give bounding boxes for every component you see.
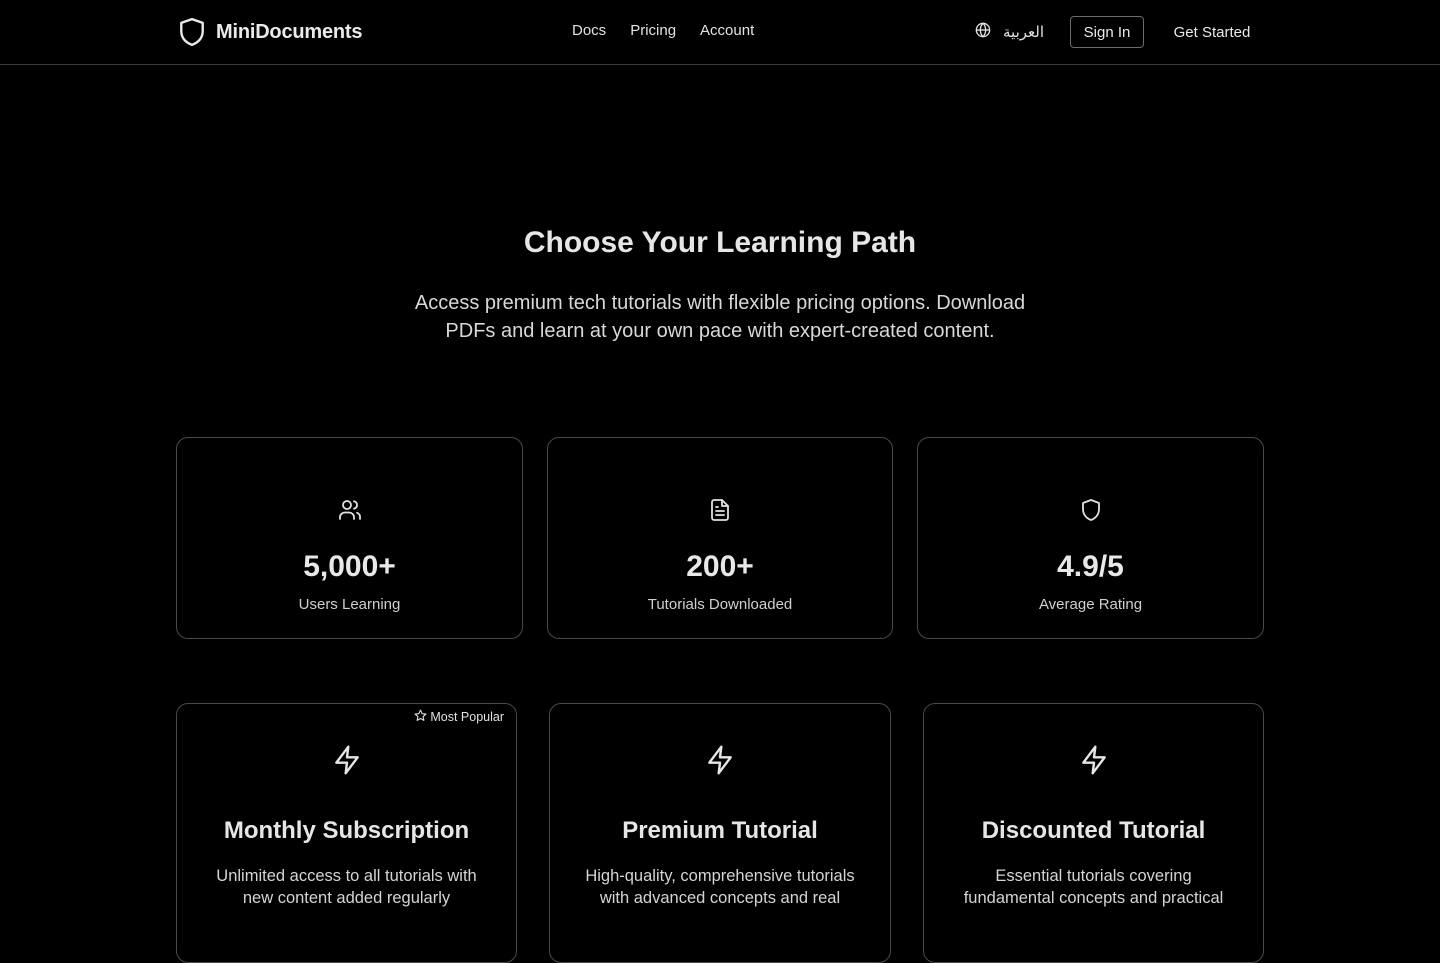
stat-label: Users Learning [298,596,401,613]
users-icon [177,498,522,522]
shield-icon [918,498,1263,522]
plan-description: Essential tutorials covering fundamental… [963,867,1224,907]
lightning-icon [177,744,516,776]
most-popular-badge: Most Popular [414,709,504,725]
stat-value: 200+ [686,550,754,583]
nav-link-docs[interactable]: Docs [572,22,606,39]
plan-card-premium[interactable]: Premium Tutorial High-quality, comprehen… [549,703,891,963]
plan-title: Monthly Subscription [223,817,470,844]
top-navbar: MiniDocuments Docs Pricing Account العرب… [0,0,1440,65]
hero-subtitle: Access premium tech tutorials with flexi… [414,292,1026,342]
lightning-icon [924,744,1263,776]
shield-logo-icon [178,16,206,48]
brand-name: MiniDocuments [216,20,363,43]
stat-label: Tutorials Downloaded [647,596,793,613]
plan-card-discounted[interactable]: Discounted Tutorial Essential tutorials … [923,703,1264,963]
badge-label: Most Popular [430,710,504,724]
lightning-icon [550,744,890,776]
language-label: العربية [1003,24,1044,41]
stat-card-tutorials: 200+ Tutorials Downloaded [547,437,893,639]
stat-card-rating: 4.9/5 Average Rating [917,437,1264,639]
globe-icon [975,22,991,42]
star-icon [414,709,427,725]
nav-link-pricing[interactable]: Pricing [630,22,676,39]
nav-link-account[interactable]: Account [700,22,754,39]
plan-card-monthly[interactable]: Most Popular Monthly Subscription Unlimi… [176,703,517,963]
stat-value: 4.9/5 [1057,550,1124,583]
hero-title: Choose Your Learning Path [523,226,917,259]
stat-card-users: 5,000+ Users Learning [176,437,523,639]
document-icon [548,498,892,522]
sign-in-button[interactable]: Sign In [1070,16,1144,48]
brand-logo-link[interactable]: MiniDocuments [178,16,362,48]
stat-label: Average Rating [1038,596,1143,613]
stat-value: 5,000+ [303,550,396,583]
plan-description: Unlimited access to all tutorials with n… [216,867,477,907]
plan-title: Premium Tutorial [622,817,818,844]
plan-description: High-quality, comprehensive tutorials wi… [585,867,855,907]
language-switcher[interactable]: العربية [975,22,1044,42]
plan-title: Discounted Tutorial [981,817,1206,844]
main-nav: Docs Pricing Account [572,22,754,39]
get-started-button[interactable]: Get Started [1160,16,1264,48]
